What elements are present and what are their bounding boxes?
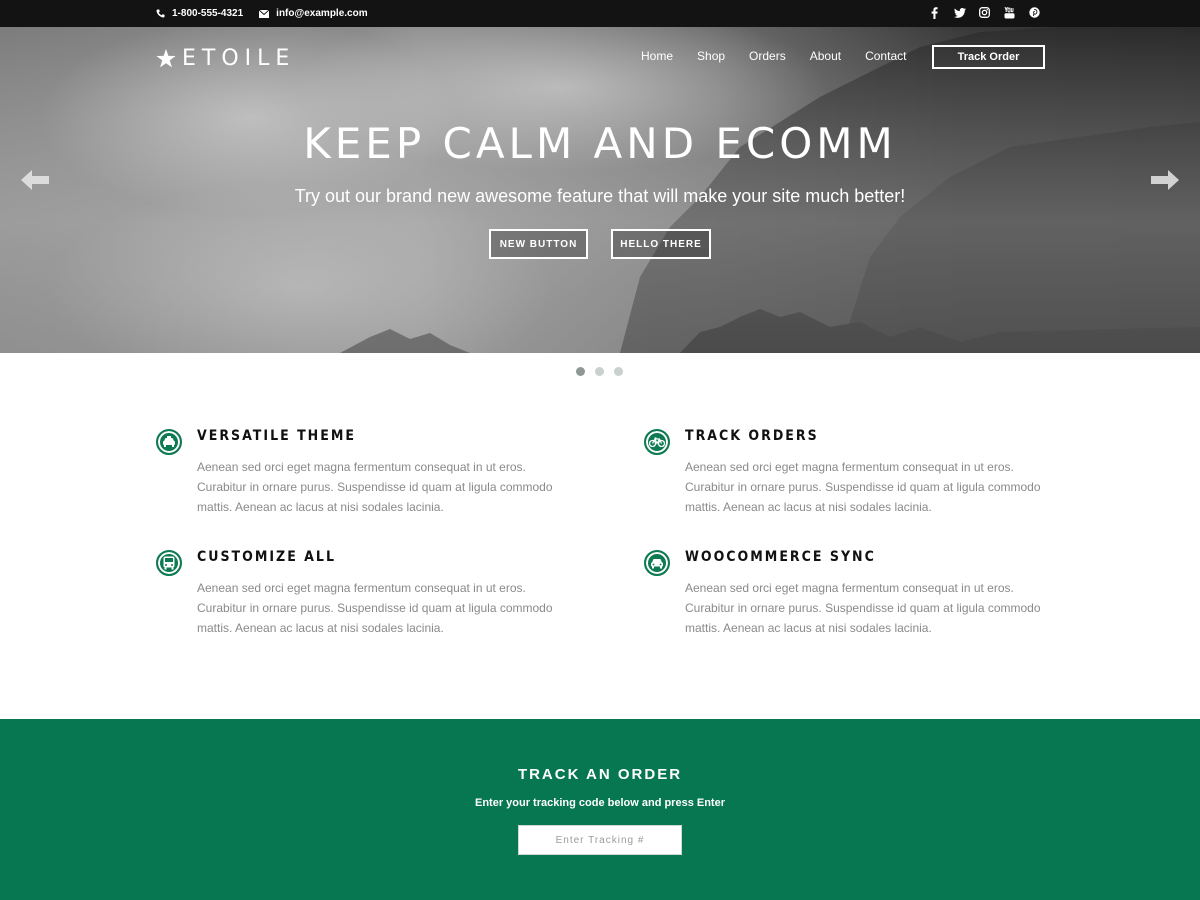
star-icon (156, 49, 176, 68)
track-section-subtitle: Enter your tracking code below and press… (474, 797, 725, 809)
taxi-icon (156, 429, 182, 455)
nav-item-about[interactable]: About (810, 49, 841, 63)
slider-pagination (576, 367, 623, 376)
car-icon (644, 550, 670, 576)
facebook-icon[interactable] (928, 6, 941, 19)
site-logo[interactable]: ETOILE (156, 46, 295, 71)
feature-title: CUSTOMIZE ALL (197, 549, 336, 565)
pinterest-icon[interactable] (1028, 6, 1041, 19)
logo-text: ETOILE (182, 46, 296, 71)
feature-title: VERSATILE THEME (197, 428, 356, 444)
social-links (928, 6, 1041, 19)
contact-info: 1-800-555-4321 info@example.com (156, 8, 368, 19)
hero-title: KEEP CALM AND ECOMM (303, 119, 897, 168)
tracking-number-input[interactable] (518, 825, 682, 855)
feature-text: Aenean sed orci eget magna fermentum con… (685, 460, 1041, 514)
instagram-icon[interactable] (978, 6, 991, 19)
track-section-title: TRACK AN ORDER (517, 766, 683, 783)
bicycle-icon (644, 429, 670, 455)
email-link[interactable]: info@example.com (259, 8, 368, 19)
slider-dot-1[interactable] (576, 367, 585, 376)
phone-number: 1-800-555-4321 (172, 8, 244, 19)
nav-item-contact[interactable]: Contact (865, 49, 906, 63)
track-order-section: TRACK AN ORDER Enter your tracking code … (0, 719, 1200, 900)
youtube-icon[interactable] (1003, 6, 1016, 19)
track-order-button[interactable]: Track Order (932, 45, 1045, 69)
email-address: info@example.com (276, 8, 368, 19)
feature-title: WOOCOMMERCE SYNC (685, 549, 876, 565)
phone-link[interactable]: 1-800-555-4321 (156, 8, 243, 19)
envelope-icon (259, 9, 270, 18)
prev-slide-arrow-icon[interactable] (21, 168, 49, 192)
feature-text: Aenean sed orci eget magna fermentum con… (197, 460, 553, 514)
hero-slider: ETOILE Home Shop Orders About Contact Tr… (0, 27, 1200, 353)
nav-item-orders[interactable]: Orders (749, 49, 786, 63)
feature-title: TRACK ORDERS (685, 428, 819, 444)
main-navigation: Home Shop Orders About Contact (641, 49, 906, 63)
hello-there-button[interactable]: HELLO THERE (611, 229, 711, 259)
slider-dot-2[interactable] (595, 367, 604, 376)
feature-text: Aenean sed orci eget magna fermentum con… (197, 581, 553, 635)
bus-icon (156, 550, 182, 576)
nav-item-shop[interactable]: Shop (697, 49, 725, 63)
twitter-icon[interactable] (953, 6, 966, 19)
slider-dot-3[interactable] (614, 367, 623, 376)
hero-subtitle: Try out our brand new awesome feature th… (294, 186, 906, 206)
new-button[interactable]: NEW BUTTON (489, 229, 588, 259)
feature-text: Aenean sed orci eget magna fermentum con… (685, 581, 1041, 635)
nav-item-home[interactable]: Home (641, 49, 673, 63)
phone-icon (156, 9, 165, 18)
next-slide-arrow-icon[interactable] (1151, 168, 1179, 192)
top-bar: 1-800-555-4321 info@example.com (0, 0, 1200, 27)
